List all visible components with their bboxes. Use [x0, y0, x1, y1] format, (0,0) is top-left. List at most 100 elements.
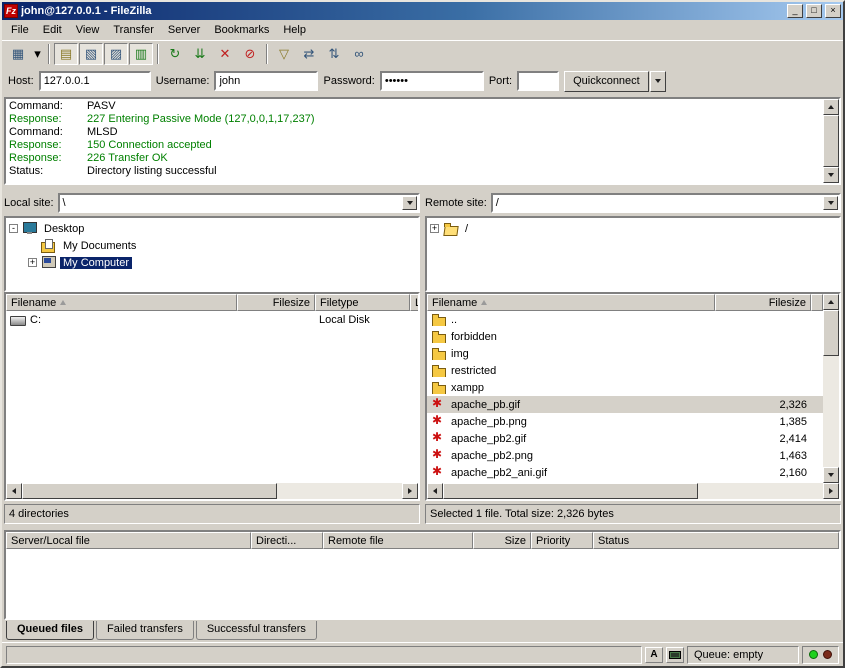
combo-dropdown-icon[interactable]	[823, 196, 838, 210]
password-input[interactable]	[380, 71, 484, 91]
file-row[interactable]: xampp	[427, 379, 823, 396]
tab-successful-transfers[interactable]: Successful transfers	[196, 621, 317, 640]
file-row[interactable]: forbidden	[427, 328, 823, 345]
directory-comparison-icon[interactable]: ⇄	[297, 43, 321, 65]
synchronized-browsing-icon[interactable]: ⇅	[322, 43, 346, 65]
message-log-lines[interactable]: Command:PASV Response:227 Entering Passi…	[6, 99, 823, 183]
tree-item-my-documents[interactable]: My Documents	[8, 237, 416, 254]
file-row[interactable]: restricted	[427, 362, 823, 379]
log-scrollbar[interactable]	[823, 99, 839, 183]
message-log-toggle-icon[interactable]: ▤	[54, 43, 78, 65]
port-input[interactable]	[517, 71, 559, 91]
scroll-left-icon[interactable]	[6, 483, 22, 499]
local-directory-tree[interactable]: - Desktop My Documents + My Computer	[4, 216, 420, 292]
local-file-list[interactable]: C: Local Disk	[6, 311, 418, 483]
site-manager-dropdown-icon[interactable]: ▾	[31, 43, 44, 65]
scroll-left-icon[interactable]	[427, 483, 443, 499]
file-row[interactable]: C: Local Disk	[6, 311, 418, 328]
quickconnect-button[interactable]: Quickconnect	[564, 71, 649, 92]
minimize-button[interactable]: _	[787, 4, 803, 18]
column-size[interactable]: Size	[473, 532, 531, 549]
tree-item-root[interactable]: + /	[429, 220, 837, 237]
filter-icon[interactable]: ▽	[272, 43, 296, 65]
file-row[interactable]: ..	[427, 311, 823, 328]
column-filesize[interactable]: Filesize	[715, 294, 811, 311]
remote-vertical-scrollbar[interactable]	[823, 294, 839, 483]
username-input[interactable]	[214, 71, 318, 91]
remote-directory-tree[interactable]: + /	[425, 216, 841, 292]
menu-edit[interactable]: Edit	[36, 21, 69, 39]
remote-site-combo[interactable]: /	[491, 193, 841, 213]
disconnect-icon[interactable]: ⊘	[238, 43, 262, 65]
file-row[interactable]: apache_pb.gif 2,326	[427, 396, 823, 413]
file-row[interactable]: apache_pb.png 1,385	[427, 413, 823, 430]
column-remote-file[interactable]: Remote file	[323, 532, 473, 549]
menu-file[interactable]: File	[4, 21, 36, 39]
menu-server[interactable]: Server	[161, 21, 207, 39]
toolbar-separator[interactable]	[157, 44, 159, 64]
cancel-operation-icon[interactable]: ✕	[213, 43, 237, 65]
local-horizontal-scrollbar[interactable]	[6, 483, 418, 499]
local-site-combo[interactable]: \	[58, 193, 420, 213]
refresh-icon[interactable]: ↻	[163, 43, 187, 65]
column-filler[interactable]	[811, 294, 823, 311]
scroll-right-icon[interactable]	[823, 483, 839, 499]
local-tree-toggle-icon[interactable]: ▧	[79, 43, 103, 65]
column-priority[interactable]: Priority	[531, 532, 593, 549]
process-queue-icon[interactable]: ⇊	[188, 43, 212, 65]
tab-failed-transfers[interactable]: Failed transfers	[96, 621, 194, 640]
column-filename[interactable]: Filename	[6, 294, 237, 311]
toolbar-separator[interactable]	[48, 44, 50, 64]
remote-tree-toggle-icon[interactable]: ▨	[104, 43, 128, 65]
scrollbar-thumb[interactable]	[823, 115, 839, 167]
horizontal-splitter[interactable]	[2, 186, 843, 190]
menu-bookmarks[interactable]: Bookmarks	[207, 21, 276, 39]
maximize-button[interactable]: □	[806, 4, 822, 18]
transfer-queue-toggle-icon[interactable]: ▥	[129, 43, 153, 65]
column-last-modified[interactable]: L	[410, 294, 418, 311]
scroll-down-icon[interactable]	[823, 167, 839, 183]
host-input[interactable]	[39, 71, 151, 91]
column-direction[interactable]: Directi...	[251, 532, 323, 549]
close-button[interactable]: ×	[825, 4, 841, 18]
data-type-indicator-icon[interactable]: A	[645, 647, 663, 663]
tab-queued-files[interactable]: Queued files	[6, 621, 94, 640]
log-line: Command:PASV	[9, 100, 820, 113]
column-status[interactable]: Status	[593, 532, 839, 549]
site-manager-icon[interactable]: ▦	[6, 43, 30, 65]
scroll-up-icon[interactable]	[823, 294, 839, 310]
queue-body[interactable]	[6, 549, 839, 618]
queue-splitter[interactable]	[2, 524, 843, 528]
quickconnect-dropdown-button[interactable]	[650, 71, 666, 92]
menu-help[interactable]: Help	[276, 21, 313, 39]
expand-icon[interactable]: +	[28, 258, 37, 267]
column-filetype[interactable]: Filetype	[315, 294, 410, 311]
menu-transfer[interactable]: Transfer	[106, 21, 161, 39]
titlebar[interactable]: Fz john@127.0.0.1 - FileZilla _ □ ×	[2, 2, 843, 20]
file-row[interactable]: img	[427, 345, 823, 362]
tree-item-desktop[interactable]: - Desktop	[8, 220, 416, 237]
file-row[interactable]: apache_pb2.gif 2,414	[427, 430, 823, 447]
scroll-up-icon[interactable]	[823, 99, 839, 115]
toolbar-separator[interactable]	[266, 44, 268, 64]
expand-icon[interactable]: +	[430, 224, 439, 233]
remote-file-list[interactable]: .. forbidden	[427, 311, 823, 483]
column-filesize[interactable]: Filesize	[237, 294, 315, 311]
combo-dropdown-icon[interactable]	[402, 196, 417, 210]
find-files-icon[interactable]: ∞	[347, 43, 371, 65]
column-server-local-file[interactable]: Server/Local file	[6, 532, 251, 549]
speed-limits-icon[interactable]	[666, 647, 684, 663]
scrollbar-thumb[interactable]	[443, 483, 698, 499]
remote-horizontal-scrollbar[interactable]	[427, 483, 839, 499]
collapse-icon[interactable]: -	[9, 224, 18, 233]
scrollbar-thumb[interactable]	[823, 310, 839, 356]
file-row[interactable]: apache_pb2.png 1,463	[427, 447, 823, 464]
column-filename[interactable]: Filename	[427, 294, 715, 311]
scroll-right-icon[interactable]	[402, 483, 418, 499]
scrollbar-thumb[interactable]	[22, 483, 277, 499]
tree-item-my-computer[interactable]: + My Computer	[8, 254, 416, 271]
scroll-down-icon[interactable]	[823, 467, 839, 483]
activity-led-red	[823, 650, 832, 659]
file-row[interactable]: apache_pb2_ani.gif 2,160	[427, 464, 823, 481]
menu-view[interactable]: View	[69, 21, 107, 39]
